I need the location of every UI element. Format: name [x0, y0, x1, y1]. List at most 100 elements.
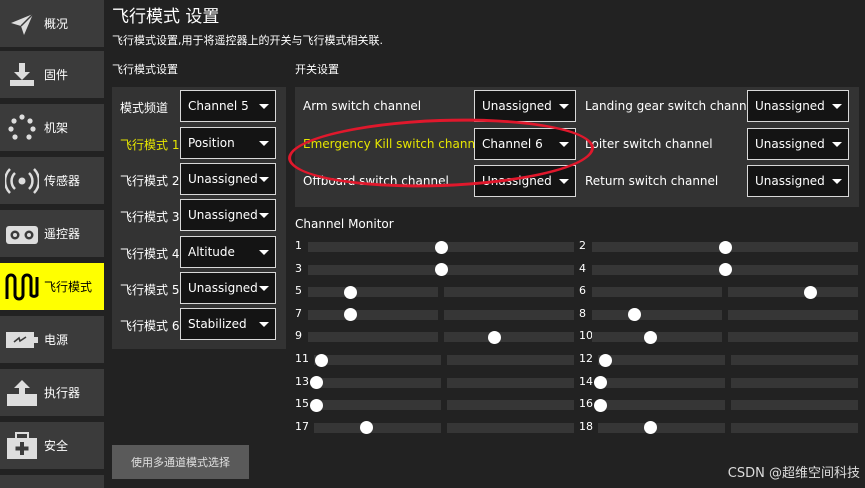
sidebar-item-firmware[interactable]: 固件 — [0, 51, 104, 98]
channel-indicator — [594, 398, 608, 412]
flight-mode-6-select[interactable]: Stabilized — [180, 308, 276, 340]
flight-mode-5-select[interactable]: Unassigned — [180, 272, 276, 304]
arm-switch-select[interactable]: Unassigned — [474, 90, 576, 122]
sidebar-item-airframe[interactable]: 机架 — [0, 104, 104, 151]
channel-indicator — [487, 330, 501, 344]
channel-indicator — [718, 263, 732, 277]
flight-mode-label: 飞行模式 6 — [120, 319, 180, 333]
select-value: Channel 5 — [188, 99, 249, 113]
chevron-down-icon — [832, 104, 842, 109]
flight-mode-1-select[interactable]: Position — [180, 127, 276, 159]
select-value: Unassigned — [482, 99, 552, 113]
select-value: Unassigned — [755, 99, 825, 113]
sidebar-item-label: 固件 — [44, 68, 69, 82]
channel-bar — [598, 400, 858, 411]
select-value: Unassigned — [188, 208, 258, 222]
channel-bar — [314, 400, 574, 411]
paper-plane-icon — [0, 0, 44, 47]
sidebar-item-label: 机架 — [44, 121, 69, 135]
switches-section-title: 开关设置 — [295, 63, 339, 76]
channel-number: 7 — [295, 306, 302, 320]
wave-icon — [0, 263, 44, 310]
channel-indicator — [434, 263, 448, 277]
mode-channel-select[interactable]: Channel 5 — [180, 90, 276, 122]
mode-channel-row: 模式频道 Channel 5 — [112, 90, 286, 122]
chevron-down-icon — [559, 142, 569, 147]
channel-indicator — [344, 285, 358, 299]
return-switch-label: Return switch channel — [585, 174, 719, 188]
chevron-down-icon — [832, 179, 842, 184]
sidebar-item-flight-modes[interactable]: 飞行模式 — [0, 263, 104, 310]
channel-number: 11 — [295, 352, 309, 365]
channel-bar — [598, 422, 858, 433]
sidebar-item-label: 安全 — [44, 439, 69, 453]
select-value: Unassigned — [755, 174, 825, 188]
channel-number: 9 — [295, 329, 302, 343]
channel-indicator — [803, 285, 817, 299]
channel-bar — [598, 377, 858, 388]
sidebar-item-label: 电源 — [44, 333, 69, 347]
kill-switch-select[interactable]: Channel 6 — [474, 128, 576, 160]
chevron-down-icon — [259, 286, 269, 291]
flight-mode-row: 飞行模式 3 Unassigned — [112, 199, 286, 231]
switches-panel: Arm switch channel Unassigned Emergency … — [295, 87, 859, 207]
channel-number: 8 — [579, 306, 586, 320]
sidebar-item-more[interactable] — [0, 475, 104, 488]
flight-mode-2-select[interactable]: Unassigned — [180, 163, 276, 195]
page-title: 飞行模式 设置 — [112, 7, 220, 27]
flight-mode-3-select[interactable]: Unassigned — [180, 199, 276, 231]
chevron-down-icon — [259, 250, 269, 255]
channel-number: 1 — [295, 239, 302, 252]
chevron-down-icon — [832, 142, 842, 147]
battery-icon — [0, 316, 44, 363]
offboard-switch-label: Offboard switch channel — [303, 174, 449, 188]
sidebar-item-radio[interactable]: 遥控器 — [0, 210, 104, 257]
landing-gear-switch-select[interactable]: Unassigned — [747, 90, 849, 122]
airframe-dots-icon — [0, 104, 44, 151]
channel-number: 6 — [579, 284, 586, 298]
channel-bar — [314, 355, 574, 365]
channel-bar — [592, 332, 858, 343]
select-value: Stabilized — [188, 317, 247, 331]
return-switch-select[interactable]: Unassigned — [747, 165, 849, 197]
channel-number: 13 — [295, 374, 309, 388]
channel-indicator — [359, 421, 373, 435]
actuator-icon — [0, 369, 44, 416]
sidebar: 概况 固件 机架 传感器 遥控器 飞行模式 电源 执行器 安全 — [0, 0, 104, 488]
channel-indicator — [434, 240, 448, 254]
sidebar-item-safety[interactable]: 安全 — [0, 422, 104, 469]
sidebar-item-actuators[interactable]: 执行器 — [0, 369, 104, 416]
remote-control-icon — [0, 210, 44, 257]
download-icon — [0, 51, 44, 98]
select-value: Unassigned — [755, 137, 825, 151]
channel-bar — [308, 332, 574, 343]
chevron-down-icon — [559, 104, 569, 109]
flight-mode-label: 飞行模式 4 — [120, 247, 180, 261]
flight-mode-row: 飞行模式 4 Altitude — [112, 236, 286, 268]
chevron-down-icon — [259, 141, 269, 146]
sidebar-item-sensors[interactable]: 传感器 — [0, 157, 104, 204]
sidebar-item-summary[interactable]: 概况 — [0, 0, 104, 47]
select-value: Position — [188, 136, 235, 150]
flight-mode-4-select[interactable]: Altitude — [180, 236, 276, 268]
flight-mode-label: 飞行模式 3 — [120, 210, 180, 224]
multi-channel-mode-button[interactable]: 使用多通道模式选择 — [112, 445, 249, 479]
channel-indicator — [310, 398, 324, 412]
sidebar-item-power[interactable]: 电源 — [0, 316, 104, 363]
sidebar-item-label: 执行器 — [44, 386, 81, 400]
channel-number: 18 — [579, 419, 593, 433]
watermark: CSDN @超维空间科技 — [727, 466, 860, 481]
channel-number: 15 — [295, 397, 309, 411]
channel-bar — [314, 377, 574, 388]
select-value: Unassigned — [188, 281, 258, 295]
channel-indicator — [599, 353, 613, 367]
loiter-switch-select[interactable]: Unassigned — [747, 128, 849, 160]
chevron-down-icon — [259, 177, 269, 182]
offboard-switch-select[interactable]: Unassigned — [474, 165, 576, 197]
channel-number: 12 — [579, 352, 593, 365]
channel-number: 3 — [295, 261, 302, 275]
channel-number: 4 — [579, 261, 586, 275]
chevron-down-icon — [259, 104, 269, 109]
sidebar-item-label: 概况 — [44, 17, 69, 31]
channel-number: 16 — [579, 397, 593, 411]
